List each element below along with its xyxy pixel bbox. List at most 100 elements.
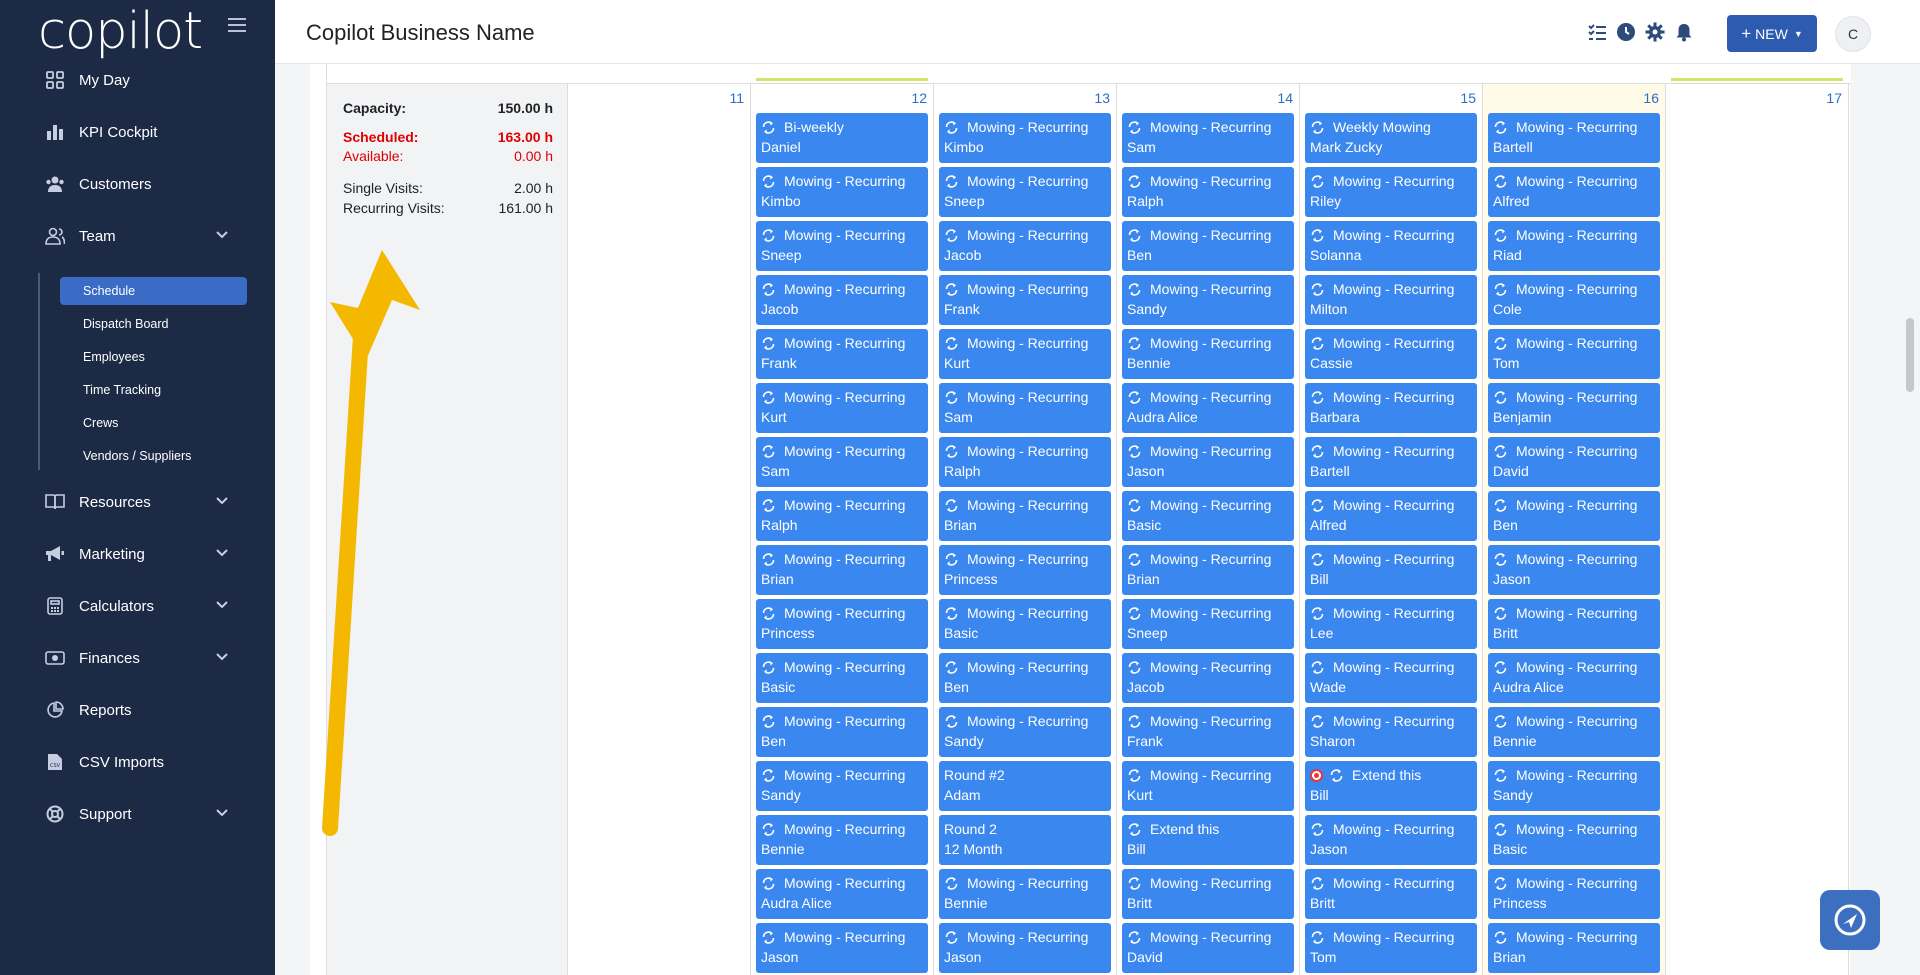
sidebar-item-customers[interactable]: Customers xyxy=(0,164,275,204)
schedule-event[interactable]: Mowing - Recurring Audra Alice xyxy=(756,869,928,919)
schedule-event[interactable]: Mowing - Recurring Bartell xyxy=(1488,113,1660,163)
submenu-item-crews[interactable]: Crews xyxy=(60,409,247,437)
bell-icon[interactable] xyxy=(1674,22,1694,42)
schedule-event[interactable]: Mowing - Recurring Princess xyxy=(939,545,1111,595)
schedule-event[interactable]: Mowing - Recurring Kurt xyxy=(756,383,928,433)
submenu-item-schedule[interactable]: Schedule xyxy=(60,277,247,305)
checklist-icon[interactable] xyxy=(1587,22,1607,42)
schedule-event[interactable]: Mowing - Recurring Kurt xyxy=(1122,761,1294,811)
schedule-event[interactable]: Mowing - Recurring Cassie xyxy=(1305,329,1477,379)
schedule-event[interactable]: Mowing - Recurring Britt xyxy=(1122,869,1294,919)
day-column[interactable]: 15 Weekly Mowing Mark Zucky Mowing - Recurr… xyxy=(1300,84,1483,975)
day-number[interactable]: 15 xyxy=(1460,90,1476,106)
schedule-event[interactable]: Mowing - Recurring Ralph xyxy=(939,437,1111,487)
day-number[interactable]: 11 xyxy=(729,90,744,106)
day-column[interactable]: 13 Mowing - Recurring Kimbo Mowing - Recurr… xyxy=(934,84,1117,975)
schedule-event[interactable]: Mowing - Recurring Brian xyxy=(1488,923,1660,973)
schedule-event[interactable]: Round #2 Adam xyxy=(939,761,1111,811)
sidebar-item-finances[interactable]: Finances xyxy=(0,638,275,678)
schedule-event[interactable]: Mowing - Recurring Frank xyxy=(939,275,1111,325)
schedule-event[interactable]: Round 2 12 Month xyxy=(939,815,1111,865)
schedule-event[interactable]: Mowing - Recurring Jason xyxy=(1488,545,1660,595)
schedule-event[interactable]: Mowing - Recurring Britt xyxy=(1488,599,1660,649)
schedule-event[interactable]: Bi-weekly Daniel xyxy=(756,113,928,163)
schedule-event[interactable]: Mowing - Recurring Basic xyxy=(756,653,928,703)
submenu-item-vendors-suppliers[interactable]: Vendors / Suppliers xyxy=(60,442,247,470)
schedule-event[interactable]: Mowing - Recurring Lee xyxy=(1305,599,1477,649)
sidebar-item-team[interactable]: Team xyxy=(0,216,275,256)
schedule-event[interactable]: Mowing - Recurring Alfred xyxy=(1488,167,1660,217)
schedule-event[interactable]: Mowing - Recurring Ralph xyxy=(756,491,928,541)
schedule-event[interactable]: Mowing - Recurring Bennie xyxy=(756,815,928,865)
schedule-event[interactable]: Mowing - Recurring Jason xyxy=(756,923,928,973)
schedule-event[interactable]: Mowing - Recurring Sandy xyxy=(756,761,928,811)
day-number[interactable]: 16 xyxy=(1643,90,1659,106)
schedule-event[interactable]: Mowing - Recurring Ben xyxy=(939,653,1111,703)
sidebar-item-support[interactable]: Support xyxy=(0,794,275,834)
partial-event-bar[interactable] xyxy=(756,78,928,81)
schedule-event[interactable]: Mowing - Recurring Sharon xyxy=(1305,707,1477,757)
schedule-event[interactable]: Mowing - Recurring Tom xyxy=(1305,923,1477,973)
schedule-event[interactable]: Mowing - Recurring Sam xyxy=(1122,113,1294,163)
day-column[interactable]: 11 xyxy=(568,84,751,975)
chat-button[interactable] xyxy=(1820,890,1880,950)
schedule-event[interactable]: Mowing - Recurring Riad xyxy=(1488,221,1660,271)
schedule-event[interactable]: Mowing - Recurring Britt xyxy=(1305,869,1477,919)
day-number[interactable]: 12 xyxy=(911,90,927,106)
schedule-event[interactable]: Mowing - Recurring Sandy xyxy=(1122,275,1294,325)
day-number[interactable]: 17 xyxy=(1826,90,1842,106)
page-scrollbar[interactable] xyxy=(1906,318,1914,392)
sidebar-item-resources[interactable]: Resources xyxy=(0,482,275,522)
schedule-event[interactable]: Mowing - Recurring Sandy xyxy=(1488,761,1660,811)
schedule-event[interactable]: Mowing - Recurring David xyxy=(1488,437,1660,487)
schedule-event[interactable]: Mowing - Recurring Sam xyxy=(939,383,1111,433)
schedule-event[interactable]: Extend this Bill xyxy=(1305,761,1477,811)
day-column[interactable]: 14 Mowing - Recurring Sam Mowing - Recurrin… xyxy=(1117,84,1300,975)
day-number[interactable]: 14 xyxy=(1277,90,1293,106)
schedule-event[interactable]: Mowing - Recurring Brian xyxy=(1122,545,1294,595)
schedule-event[interactable]: Mowing - Recurring Barbara xyxy=(1305,383,1477,433)
schedule-event[interactable]: Mowing - Recurring Brian xyxy=(756,545,928,595)
schedule-event[interactable]: Mowing - Recurring Sneep xyxy=(939,167,1111,217)
schedule-event[interactable]: Mowing - Recurring David xyxy=(1122,923,1294,973)
schedule-event[interactable]: Mowing - Recurring Princess xyxy=(1488,869,1660,919)
schedule-event[interactable]: Mowing - Recurring Jason xyxy=(939,923,1111,973)
schedule-event[interactable]: Mowing - Recurring Jason xyxy=(1305,815,1477,865)
schedule-event[interactable]: Mowing - Recurring Basic xyxy=(1122,491,1294,541)
schedule-event[interactable]: Mowing - Recurring Wade xyxy=(1305,653,1477,703)
schedule-event[interactable]: Mowing - Recurring Jason xyxy=(1122,437,1294,487)
day-column[interactable]: 17 xyxy=(1666,84,1849,975)
schedule-event[interactable]: Mowing - Recurring Kimbo xyxy=(756,167,928,217)
schedule-event[interactable]: Mowing - Recurring Tom xyxy=(1488,329,1660,379)
submenu-item-employees[interactable]: Employees xyxy=(60,343,247,371)
schedule-event[interactable]: Mowing - Recurring Basic xyxy=(1488,815,1660,865)
sidebar-item-marketing[interactable]: Marketing xyxy=(0,534,275,574)
schedule-event[interactable]: Mowing - Recurring Kurt xyxy=(939,329,1111,379)
schedule-event[interactable]: Extend this Bill xyxy=(1122,815,1294,865)
schedule-event[interactable]: Mowing - Recurring Audra Alice xyxy=(1122,383,1294,433)
schedule-event[interactable]: Mowing - Recurring Alfred xyxy=(1305,491,1477,541)
submenu-item-dispatch-board[interactable]: Dispatch Board xyxy=(60,310,247,338)
schedule-event[interactable]: Mowing - Recurring Bill xyxy=(1305,545,1477,595)
schedule-event[interactable]: Mowing - Recurring Cole xyxy=(1488,275,1660,325)
partial-event-bar[interactable] xyxy=(1671,78,1843,81)
schedule-event[interactable]: Mowing - Recurring Sam xyxy=(756,437,928,487)
schedule-event[interactable]: Mowing - Recurring Sneep xyxy=(756,221,928,271)
schedule-event[interactable]: Mowing - Recurring Bartell xyxy=(1305,437,1477,487)
schedule-event[interactable]: Weekly Mowing Mark Zucky xyxy=(1305,113,1477,163)
gear-icon[interactable] xyxy=(1645,22,1665,42)
day-number[interactable]: 13 xyxy=(1094,90,1110,106)
sidebar-item-calculators[interactable]: Calculators xyxy=(0,586,275,626)
schedule-event[interactable]: Mowing - Recurring Jacob xyxy=(1122,653,1294,703)
hamburger-menu-icon[interactable] xyxy=(228,18,246,32)
sidebar-item-kpi-cockpit[interactable]: KPI Cockpit xyxy=(0,112,275,152)
schedule-event[interactable]: Mowing - Recurring Riley xyxy=(1305,167,1477,217)
schedule-event[interactable]: Mowing - Recurring Sandy xyxy=(939,707,1111,757)
schedule-event[interactable]: Mowing - Recurring Kimbo xyxy=(939,113,1111,163)
new-button[interactable]: + NEW ▼ xyxy=(1727,15,1817,52)
schedule-event[interactable]: Mowing - Recurring Brian xyxy=(939,491,1111,541)
day-column[interactable]: 12 Bi-weekly Daniel Mowing - Recurring Kimbo… xyxy=(751,84,934,975)
schedule-event[interactable]: Mowing - Recurring Ben xyxy=(1122,221,1294,271)
schedule-event[interactable]: Mowing - Recurring Basic xyxy=(939,599,1111,649)
schedule-event[interactable]: Mowing - Recurring Frank xyxy=(1122,707,1294,757)
